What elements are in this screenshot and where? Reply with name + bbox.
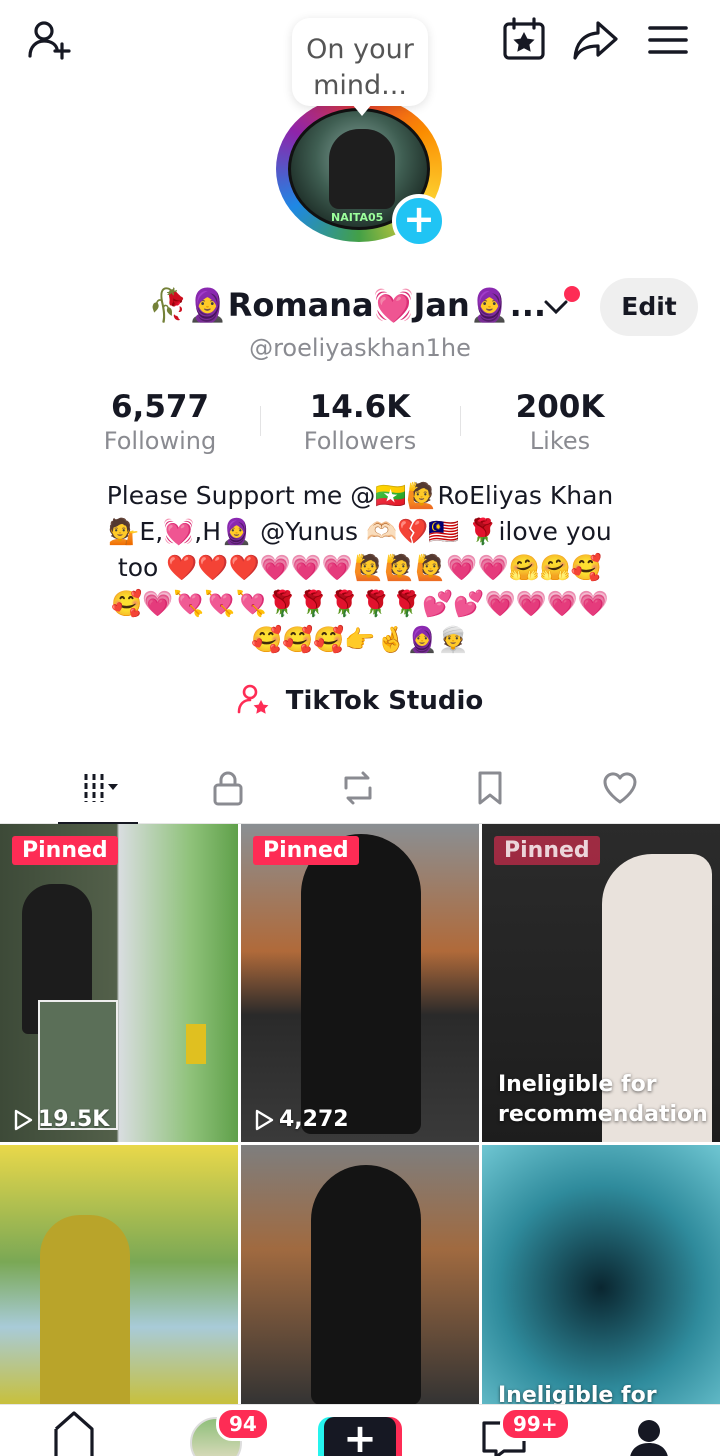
video-thumbnail[interactable]: Pinned Ineligible for recommendation [482,824,720,1142]
ineligible-notice: Ineligible for recommendation [498,1072,708,1127]
studio-person-star-icon [237,684,269,714]
profile-tabs [0,752,720,825]
notification-dot [564,286,580,302]
video-thumbnail[interactable]: Pinned 19.5K [0,824,238,1142]
create-button[interactable]: + [318,1417,402,1456]
video-thumbnail[interactable] [241,1145,479,1405]
bio-line: Please Support me @🇲🇲🙋RoEliyas Khan [106,481,614,510]
grid-icon [84,774,118,802]
lock-icon [213,771,243,806]
following-label: Following [103,427,217,455]
tab-reposts[interactable] [298,752,418,824]
bio-line: 🥰🥰🥰👉🤞🧕👳 [251,625,469,654]
person-add-icon[interactable] [24,14,76,66]
pinned-badge: Pinned [494,836,600,865]
view-count: 19.5K [12,1107,109,1132]
tab-private[interactable] [168,752,288,824]
followers-stat[interactable]: 14.6K Followers [260,388,460,458]
video-thumbnail[interactable] [0,1145,238,1405]
tab-favorites[interactable] [430,752,550,824]
repost-icon [344,771,372,805]
inbox-badge: 99+ [500,1407,571,1441]
bottom-nav: 94 + 99+ [0,1404,720,1456]
video-thumbnail[interactable]: Ineligible for [482,1145,720,1405]
bio-line: 💁E,💓,H🧕 @Yunus 🫶🏻💔🇲🇾 🌹ilove you [108,517,612,546]
likes-label: Likes [529,427,591,455]
profile-stats: 6,577 Following 14.6K Followers 200K Lik… [60,388,660,458]
view-count: 4,272 [253,1107,349,1132]
home-icon[interactable] [50,1405,98,1456]
user-handle: @roeliyaskhan1he [249,334,471,362]
likes-stat[interactable]: 200K Likes [460,388,660,458]
calendar-star-icon[interactable] [498,14,550,66]
add-story-button[interactable]: + [392,194,446,248]
likes-count: 200K [515,389,605,425]
heart-icon [603,772,637,804]
share-arrow-icon[interactable] [570,14,622,66]
studio-label: TikTok Studio [285,686,484,716]
ineligible-notice: Ineligible for [498,1383,657,1405]
pinned-badge: Pinned [12,836,118,865]
status-bubble[interactable]: On your mind... [292,18,428,116]
pinned-badge: Pinned [253,836,359,865]
bio-line: too ❤️❤️❤️💗💗💗🙋🙋🙋💗💗🤗🤗🥰 [117,553,603,582]
hamburger-menu-icon[interactable] [642,14,694,66]
bookmark-icon [478,771,502,805]
play-icon [14,1109,33,1130]
followers-label: Followers [303,427,417,455]
following-stat[interactable]: 6,577 Following [60,388,260,458]
following-count: 6,577 [110,389,210,425]
display-name[interactable]: 🥀🧕Romana💓Jan🧕... [148,286,546,324]
bio: Please Support me @🇲🇲🙋RoEliyas Khan 💁E,💓… [60,478,660,658]
play-icon [255,1109,274,1130]
followers-count: 14.6K [309,389,411,425]
tiktok-studio-link[interactable]: TikTok Studio [0,682,720,716]
tab-videos[interactable] [40,752,160,825]
bio-line: 🥰💗💘💘💘🌹🌹🌹🌹🌹💕💕💗💗💗💗 [110,589,610,618]
edit-button[interactable]: Edit [600,278,698,336]
plus-icon: + [324,1417,396,1456]
friends-badge: 94 [216,1407,270,1441]
tab-liked[interactable] [560,752,680,824]
video-thumbnail[interactable]: Pinned 4,272 [241,824,479,1142]
video-grid: Pinned 19.5K Pinned 4,272 Pinned Ineligi… [0,824,720,1424]
status-bubble-text: On your mind... [306,34,414,101]
profile-icon[interactable] [630,1419,668,1456]
